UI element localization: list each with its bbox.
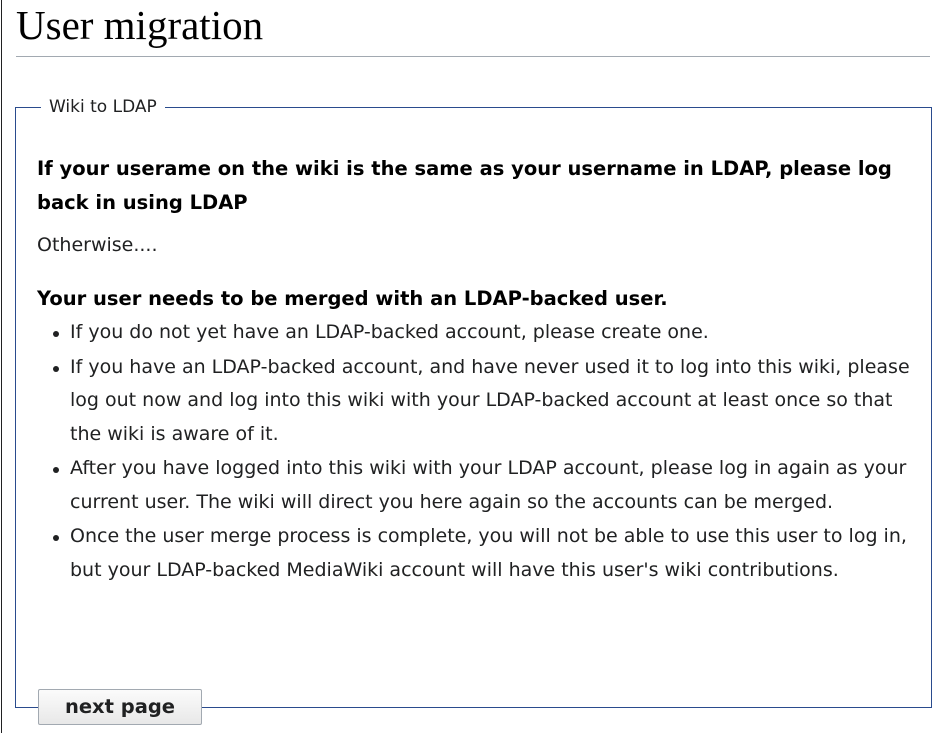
ldap-login-instruction: If your userame on the wiki is the same … <box>37 157 892 214</box>
list-item: Once the user merge process is complete,… <box>53 520 911 587</box>
page-title: User migration <box>16 0 930 57</box>
migration-steps-list: If you do not yet have an LDAP-backed ac… <box>37 316 911 587</box>
page-content: User migration Wiki to LDAP If your user… <box>1 0 932 733</box>
list-item: If you do not yet have an LDAP-backed ac… <box>53 316 911 350</box>
migration-fieldset: Wiki to LDAP If your userame on the wiki… <box>15 96 932 725</box>
next-page-button[interactable]: next page <box>38 689 202 725</box>
fieldset-legend: Wiki to LDAP <box>49 97 157 117</box>
otherwise-text: Otherwise.... <box>37 234 158 256</box>
list-item: After you have logged into this wiki wit… <box>53 452 911 519</box>
list-item: If you have an LDAP-backed account, and … <box>53 351 911 452</box>
merge-heading: Your user needs to be merged with an LDA… <box>37 287 668 310</box>
